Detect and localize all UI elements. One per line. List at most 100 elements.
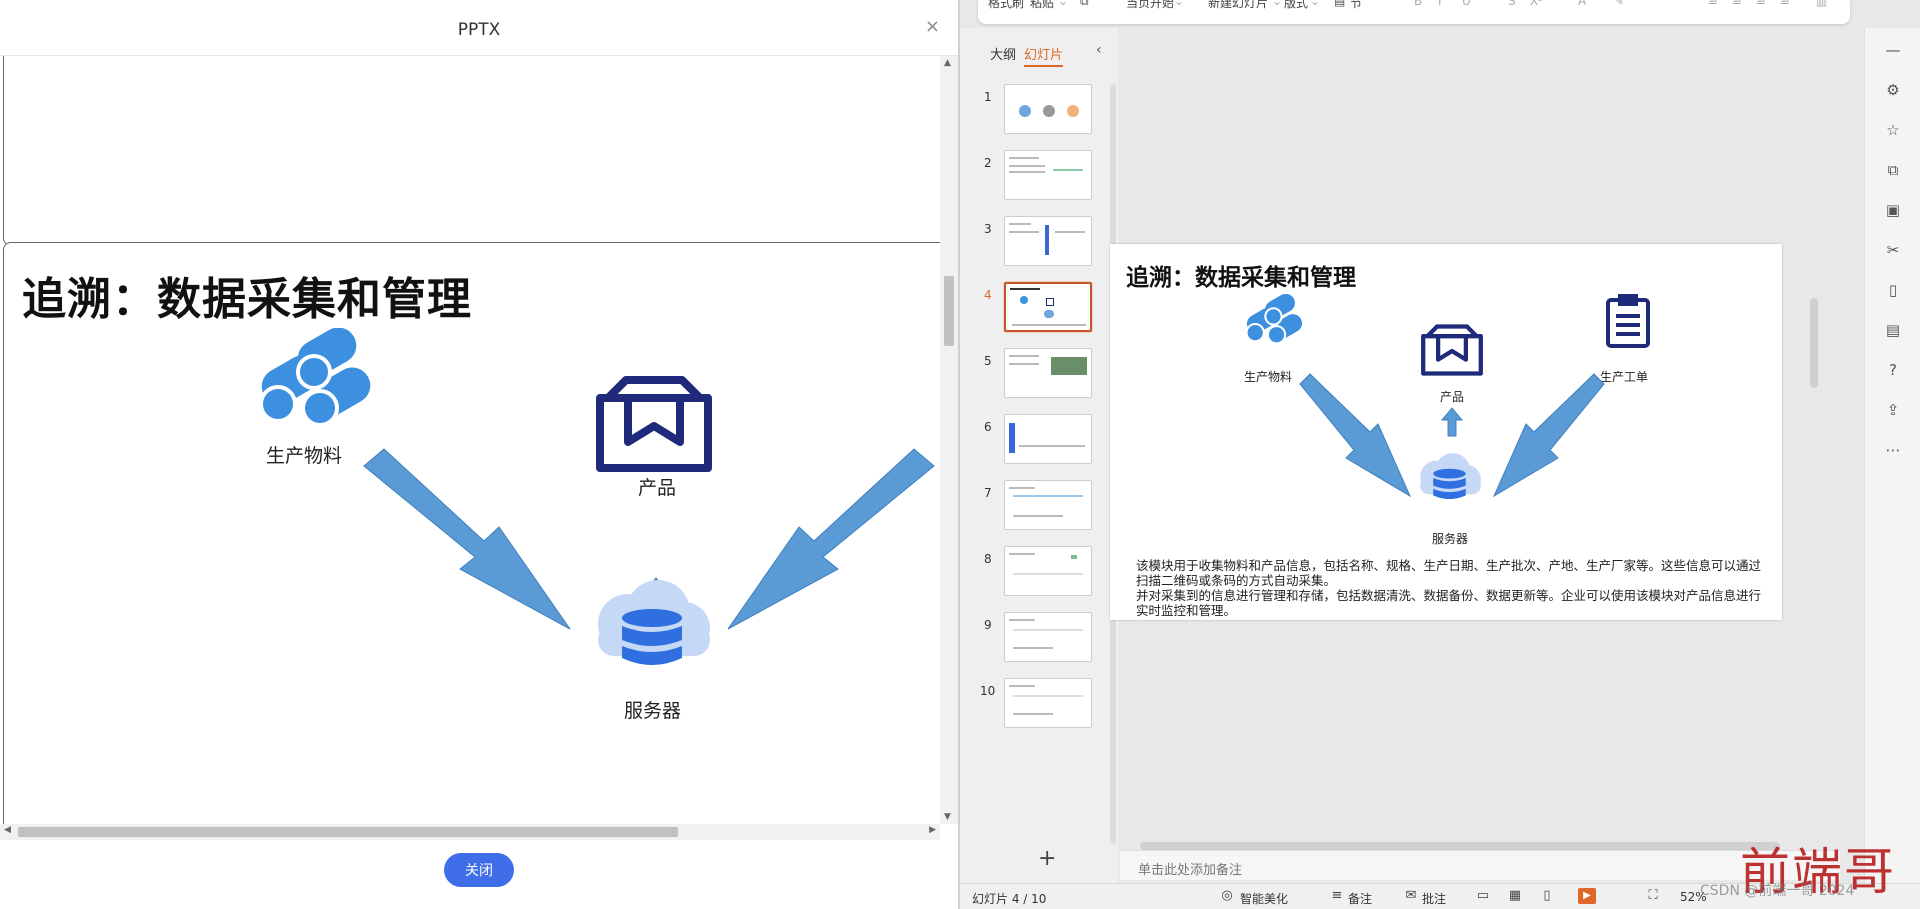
paste-button[interactable]: 粘贴 <box>1030 0 1054 11</box>
slide-counter: 幻灯片 4 / 10 <box>972 892 1047 906</box>
start-current-button[interactable]: 当页开始 <box>1126 0 1174 11</box>
scroll-thumb[interactable] <box>944 276 954 346</box>
thumbnail-preview[interactable] <box>1004 546 1092 596</box>
thumbnail-number: 10 <box>980 684 996 698</box>
image-icon[interactable]: ▣ <box>1883 200 1903 220</box>
modal-title: PPTX <box>457 20 501 40</box>
align-right-icon[interactable]: ≡ <box>1756 0 1766 8</box>
scroll-down-icon[interactable]: ▼ <box>944 812 951 822</box>
thumbnail-item[interactable]: 6 <box>960 414 1118 468</box>
italic-button[interactable]: I <box>1438 0 1442 8</box>
slide-4[interactable]: 追溯：数据采集和管理 生产物料 产品 生产工单 服务器 该模块用于收集物料和产品… <box>1110 244 1782 620</box>
thumbnail-preview[interactable] <box>1004 84 1092 134</box>
notes-button[interactable]: 备注 <box>1348 890 1372 907</box>
add-slide-icon[interactable]: + <box>1038 846 1056 871</box>
chevron-down-icon[interactable]: ⌄ <box>1058 0 1068 8</box>
tab-slides[interactable]: 幻灯片 <box>1024 44 1064 67</box>
thumbnail-preview[interactable] <box>1004 414 1092 464</box>
thumbnail-number: 6 <box>984 420 992 434</box>
viewer-horizontal-scrollbar[interactable]: ◀ ▶ <box>0 824 940 840</box>
thumbnail-item[interactable]: 3 <box>960 216 1118 270</box>
section-button[interactable]: 节 <box>1350 0 1362 11</box>
strikethrough-button[interactable]: S <box>1508 0 1516 8</box>
thumbnail-item[interactable]: 4 <box>960 282 1118 336</box>
tools-icon[interactable]: ✂ <box>1883 240 1903 260</box>
close-icon[interactable]: × <box>925 16 940 37</box>
thumbnail-preview[interactable] <box>1004 348 1092 398</box>
thumbnail-item[interactable]: 9 <box>960 612 1118 666</box>
canvas-horizontal-scrollbar[interactable] <box>1140 842 1780 850</box>
thumbnail-number: 9 <box>984 618 992 632</box>
beautify-icon[interactable]: ◎ <box>1218 888 1236 904</box>
smart-beautify-button[interactable]: 智能美化 <box>1240 890 1288 907</box>
columns-icon[interactable]: ▥ <box>1816 0 1827 8</box>
notes-icon[interactable]: ≡ <box>1328 888 1346 904</box>
copy-icon[interactable]: ⧉ <box>1883 160 1903 180</box>
minimize-icon[interactable]: — <box>1883 40 1903 60</box>
more-icon[interactable]: ⋯ <box>1883 440 1903 460</box>
bold-button[interactable]: B <box>1414 0 1422 8</box>
document-icon[interactable]: ▤ <box>1883 320 1903 340</box>
close-button[interactable]: 关闭 <box>444 853 514 887</box>
thumbnail-item[interactable]: 8 <box>960 546 1118 600</box>
scroll-thumb[interactable] <box>18 827 678 837</box>
arrows-graphic <box>363 448 935 636</box>
section-icon[interactable]: ▤ <box>1334 0 1345 8</box>
slide-viewer[interactable]: 追溯：数据采集和管理 生产物料 产品 服务器 <box>0 56 940 824</box>
thumbnail-preview[interactable] <box>1004 282 1092 332</box>
thumbnail-item[interactable]: 1 <box>960 84 1118 138</box>
help-icon[interactable]: ? <box>1883 360 1903 380</box>
viewer-vertical-scrollbar[interactable]: ▲ ▼ <box>940 56 958 824</box>
thumbnail-number: 4 <box>984 288 992 302</box>
scroll-left-icon[interactable]: ◀ <box>4 825 11 835</box>
thumbnail-item[interactable]: 7 <box>960 480 1118 534</box>
underline-button[interactable]: U <box>1462 0 1471 8</box>
thumbnail-preview[interactable] <box>1004 612 1092 662</box>
chevron-down-icon[interactable]: ⌄ <box>1310 0 1320 8</box>
thumbnail-item[interactable]: 10 <box>960 678 1118 732</box>
chevron-down-icon[interactable]: ⌄ <box>1174 0 1184 8</box>
play-icon[interactable]: ▶ <box>1578 888 1596 904</box>
slides-pane: 大纲 幻灯片 ‹ 1 2 3 4 5 6 7 8 9 10 + <box>960 28 1118 883</box>
layout-button[interactable]: 版式 <box>1284 0 1308 11</box>
scroll-right-icon[interactable]: ▶ <box>929 825 936 835</box>
superscript-button[interactable]: X² <box>1530 0 1543 8</box>
tab-outline[interactable]: 大纲 <box>990 44 1016 63</box>
grid-view-icon[interactable]: ▦ <box>1506 888 1524 904</box>
thumbnail-preview[interactable] <box>1004 150 1092 200</box>
font-color-icon[interactable]: A <box>1578 0 1586 8</box>
normal-view-icon[interactable]: ▭ <box>1474 888 1492 904</box>
fit-icon[interactable]: ⛶ <box>1644 888 1662 904</box>
right-tool-rail: — ⚙ ☆ ⧉ ▣ ✂ ▯ ▤ ? ⇪ ⋯ <box>1864 28 1920 883</box>
settings-sliders-icon[interactable]: ⚙ <box>1883 80 1903 100</box>
thumbnail-item[interactable]: 2 <box>960 150 1118 204</box>
slide-canvas[interactable]: 追溯：数据采集和管理 生产物料 产品 生产工单 服务器 该模块用于收集物料和产品… <box>1110 28 1840 850</box>
justify-icon[interactable]: ≡ <box>1780 0 1790 8</box>
align-center-icon[interactable]: ≡ <box>1732 0 1742 8</box>
chevron-down-icon[interactable]: ⌄ <box>1272 0 1282 8</box>
share-icon[interactable]: ⇪ <box>1883 400 1903 420</box>
comment-icon[interactable]: ✉ <box>1402 888 1420 904</box>
server-icon <box>1420 453 1481 500</box>
watermark-sub: CSDN @前端一哥 2024 <box>1700 883 1855 899</box>
ribbon-toolbar: 格式刷 粘贴 ⌄ ⧉ 当页开始 ⌄ 新建幻灯片 ⌄ 版式 ⌄ ▤ 节 B I U… <box>978 0 1850 24</box>
thumbnail-preview[interactable] <box>1004 678 1092 728</box>
collapse-pane-icon[interactable]: ‹ <box>1096 42 1102 58</box>
copy-icon[interactable]: ⧉ <box>1080 0 1089 9</box>
thumbnail-preview[interactable] <box>1004 216 1092 266</box>
book-icon[interactable]: ▯ <box>1883 280 1903 300</box>
format-painter-button[interactable]: 格式刷 <box>988 0 1024 11</box>
current-slide-frame: 追溯：数据采集和管理 生产物料 产品 服务器 <box>3 242 940 824</box>
scroll-up-icon[interactable]: ▲ <box>944 58 951 68</box>
thumbnail-item[interactable]: 5 <box>960 348 1118 402</box>
comments-button[interactable]: 批注 <box>1422 890 1446 907</box>
canvas-vertical-scrollbar[interactable] <box>1810 298 1818 388</box>
highlight-icon[interactable]: ✎ <box>1614 0 1624 8</box>
reading-view-icon[interactable]: ▯ <box>1538 888 1556 904</box>
thumbnail-preview[interactable] <box>1004 480 1092 530</box>
thumbnail-number: 1 <box>984 90 992 104</box>
star-icon[interactable]: ☆ <box>1883 120 1903 140</box>
notes-field[interactable]: 单击此处添加备注 <box>1120 850 1840 880</box>
align-left-icon[interactable]: ≡ <box>1708 0 1718 8</box>
new-slide-button[interactable]: 新建幻灯片 <box>1208 0 1268 11</box>
